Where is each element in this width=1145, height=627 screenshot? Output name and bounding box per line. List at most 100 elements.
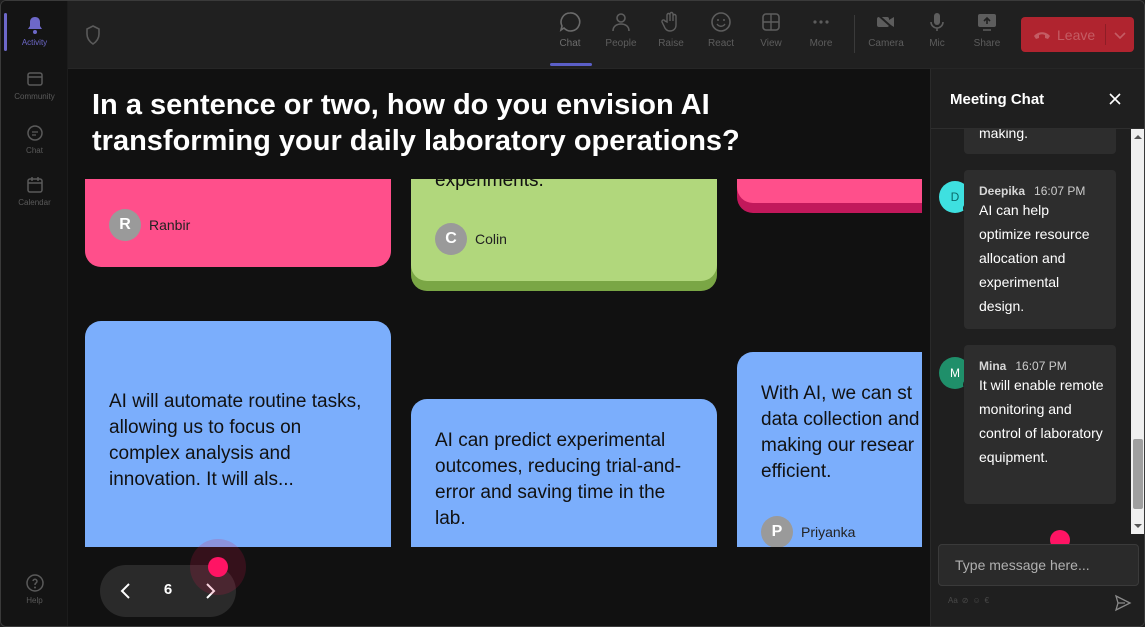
react-button[interactable]: React (701, 11, 741, 61)
author-name: Colin (475, 231, 507, 247)
react-label: React (707, 38, 735, 49)
chat-icon (559, 12, 581, 32)
rail-activity[interactable]: Activity (1, 7, 68, 59)
card-text: With AI, we can st data collection and m… (761, 383, 920, 482)
rail-label: Chat (26, 146, 43, 155)
more-icon (813, 20, 829, 24)
scroll-down-icon[interactable] (1134, 522, 1142, 530)
camera-button[interactable]: Camera (866, 11, 906, 61)
raise-label: Raise (658, 38, 684, 49)
chat-header: Meeting Chat (931, 69, 1144, 129)
compose-toolbar: Aa ⊘ ☺ € (948, 596, 989, 605)
meeting-chat-panel: Meeting Chat making. D Deepika 16:07 PM A… (930, 69, 1144, 626)
question-title: In a sentence or two, how do you envisio… (92, 89, 740, 157)
scroll-up-icon[interactable] (1134, 133, 1142, 141)
message-time: 16:07 PM (1015, 359, 1067, 373)
camera-label: Camera (868, 38, 904, 49)
smiley-icon (711, 12, 731, 32)
message-text: making. (979, 129, 1029, 141)
raise-hand-button[interactable]: Raise (651, 11, 691, 61)
leave-button[interactable]: Leave (1021, 17, 1134, 52)
rail-community[interactable]: Community (1, 61, 68, 113)
grid-icon (762, 13, 780, 31)
chevron-left-icon[interactable] (114, 579, 138, 603)
chat-scrollbar[interactable] (1131, 129, 1144, 534)
teams-meeting-window: Activity Community Chat Calendar Help Ch… (0, 0, 1145, 627)
idea-card-ranbir[interactable]: R Ranbir (85, 179, 391, 267)
avatar: C (435, 223, 467, 255)
help-icon (25, 574, 44, 592)
mic-icon (930, 13, 944, 31)
shield-icon[interactable] (85, 25, 101, 45)
sender-name: Deepika (979, 184, 1026, 198)
send-icon[interactable] (1114, 594, 1132, 612)
chat-message-partial: making. (964, 129, 1116, 154)
gif-icon[interactable]: € (985, 596, 989, 605)
calendar-icon (26, 177, 43, 193)
card-text: AI will automate routine tasks, allowing… (109, 391, 362, 490)
people-button[interactable]: People (601, 11, 641, 61)
idea-board: R Ranbir experiments. C Colin AI will au… (68, 179, 922, 547)
avatar: R (109, 209, 141, 241)
chat-button[interactable]: Chat (550, 11, 590, 61)
avatar: P (761, 516, 793, 547)
leave-label: Leave (1057, 26, 1096, 43)
message-time: 16:07 PM (1034, 184, 1086, 198)
attach-icon[interactable]: ⊘ (962, 596, 969, 605)
chat-messages: making. D Deepika 16:07 PM AI can help op… (931, 129, 1144, 534)
card-author: P Priyanka (761, 516, 855, 547)
mic-button[interactable]: Mic (917, 11, 957, 61)
card-author: R Ranbir (109, 209, 190, 241)
rail-label: Activity (21, 38, 48, 47)
chevron-down-icon[interactable] (1113, 28, 1127, 42)
view-label: View (760, 38, 782, 49)
cursor-dot (208, 557, 228, 577)
chat-title: Meeting Chat (950, 91, 1045, 108)
author-name: Ranbir (149, 217, 191, 233)
chat-message-input[interactable] (938, 544, 1139, 586)
idea-card-priyanka[interactable]: With AI, we can st data collection and m… (737, 352, 922, 547)
emoji-icon[interactable]: ☺ (973, 596, 981, 605)
people-label: People (605, 38, 637, 49)
avatar-initial: M (950, 366, 960, 380)
close-icon[interactable] (1107, 91, 1123, 107)
idea-card-colin[interactable]: experiments. C Colin (411, 179, 717, 281)
rail-label: Community (14, 92, 55, 101)
rail-label: Calendar (18, 198, 51, 207)
hang-up-icon (1034, 31, 1050, 39)
mic-label: Mic (929, 38, 945, 49)
bell-icon (27, 17, 42, 34)
leave-divider (1105, 24, 1106, 45)
idea-card-prediction[interactable]: AI can predict experimental outcomes, re… (411, 399, 717, 547)
share-label: Share (973, 38, 1001, 49)
share-screen-icon (978, 14, 996, 31)
avatar-initial: D (950, 190, 960, 204)
rail-help[interactable]: Help (1, 565, 68, 617)
page-number: 6 (163, 581, 173, 598)
message-text: It will enable remote monitoring and con… (979, 377, 1104, 465)
format-icon[interactable]: Aa (948, 596, 958, 605)
rail-label: Help (26, 596, 43, 605)
scroll-thumb[interactable] (1133, 439, 1143, 509)
active-tab-indicator (550, 63, 592, 66)
rail-chat[interactable]: Chat (1, 115, 68, 167)
sender-name: Mina (979, 359, 1007, 373)
card-text: experiments. (435, 179, 544, 191)
card-author: C Colin (435, 223, 507, 255)
card-text: AI can predict experimental outcomes, re… (435, 430, 682, 529)
toolbar-divider (854, 15, 855, 53)
idea-card-partial[interactable] (737, 179, 922, 203)
more-button[interactable]: More (801, 11, 841, 61)
brainstorm-stage: In a sentence or two, how do you envisio… (68, 69, 930, 626)
message-text: AI can help optimize resource allocation… (979, 202, 1090, 314)
app-rail: Activity Community Chat Calendar Help (1, 1, 68, 626)
meeting-toolbar: Chat People Raise React View More Camera (68, 1, 1144, 69)
chat-icon (26, 125, 43, 141)
chat-message: Deepika 16:07 PM AI can help optimize res… (964, 170, 1116, 329)
people-icon (612, 13, 630, 32)
view-button[interactable]: View (751, 11, 791, 61)
rail-calendar[interactable]: Calendar (1, 167, 68, 219)
raise-hand-icon (661, 11, 677, 32)
idea-card-automation[interactable]: AI will automate routine tasks, allowing… (85, 321, 391, 547)
share-button[interactable]: Share (967, 11, 1007, 61)
